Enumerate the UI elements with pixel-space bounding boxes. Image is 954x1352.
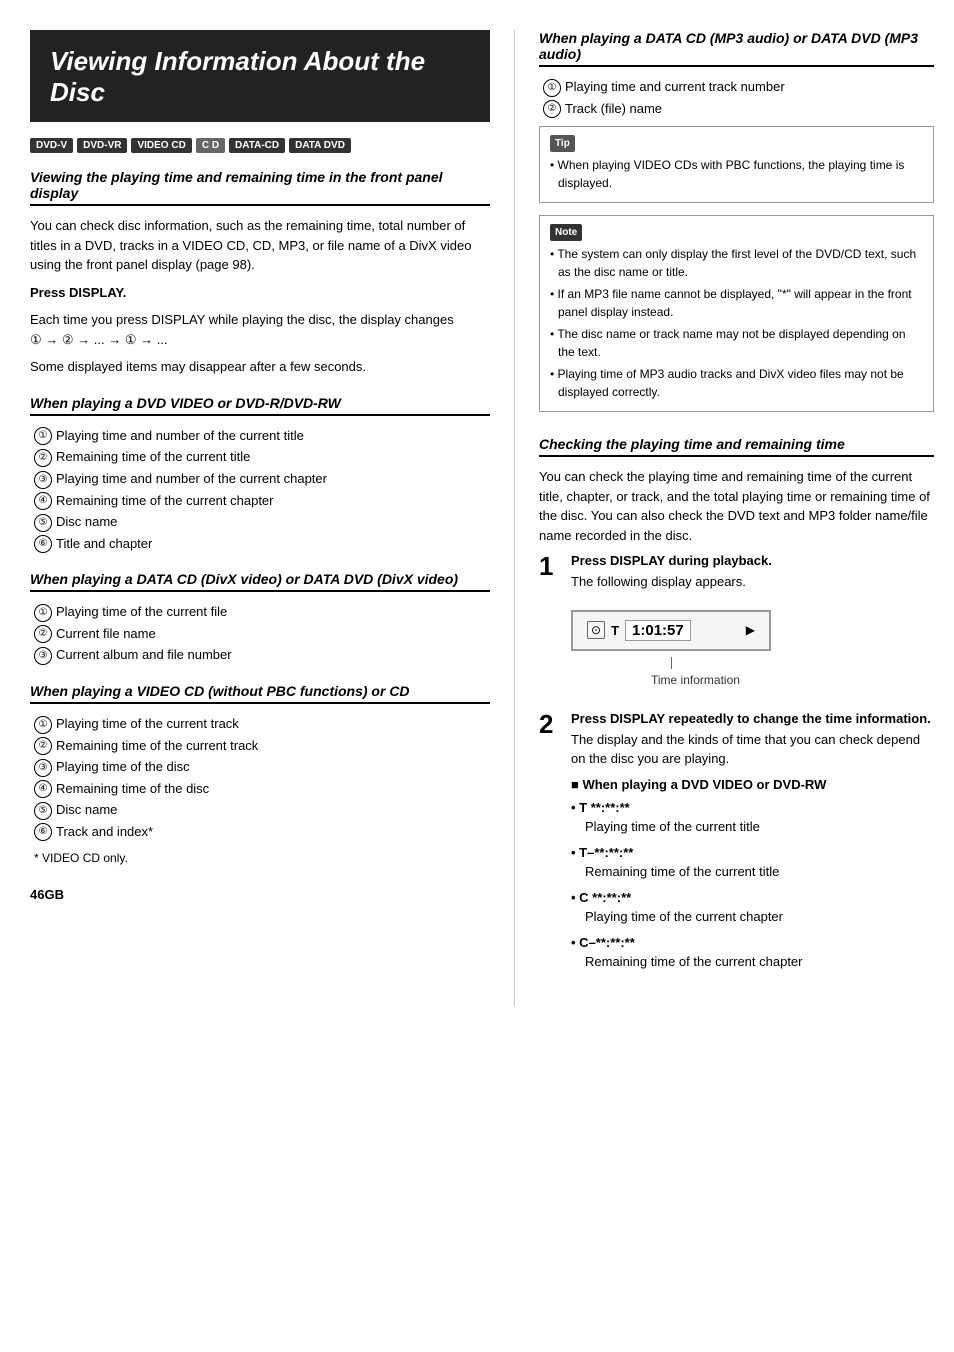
display-play-arrow: ▶ — [746, 623, 755, 637]
badge-videocd: VIDEO CD — [131, 138, 191, 153]
display-time: 1:01:57 — [625, 620, 691, 641]
display-box: ⊙ T 1:01:57 ▶ — [571, 610, 771, 651]
videocd-items-list: Playing time of the current track Remain… — [30, 714, 490, 841]
checking-section: Checking the playing time and remaining … — [539, 436, 934, 982]
videocd-footnote: * VIDEO CD only. — [34, 849, 490, 867]
page-title: Viewing Information About the Disc — [50, 46, 470, 108]
badge-cd: C D — [196, 138, 225, 153]
tip-list: When playing VIDEO CDs with PBC function… — [550, 156, 923, 192]
dvd-subsection: ■ When playing a DVD VIDEO or DVD-RW T *… — [571, 777, 934, 972]
note-item-4: Playing time of MP3 audio tracks and Div… — [550, 365, 923, 401]
checking-intro: You can check the playing time and remai… — [539, 467, 934, 545]
bullet-item-tminus: T–**:**:** Remaining time of the current… — [571, 843, 934, 882]
note-list: The system can only display the first le… — [550, 245, 923, 401]
dvd-items-list: Playing time and number of the current t… — [30, 426, 490, 553]
badge-dvdvr: DVD-VR — [77, 138, 127, 153]
dvd-video-section: When playing a DVD VIDEO or DVD-R/DVD-RW… — [30, 395, 490, 553]
note-box: Note The system can only display the fir… — [539, 215, 934, 412]
press-display-label: Press DISPLAY. — [30, 285, 126, 300]
dvd-item-1: Playing time and number of the current t… — [30, 426, 490, 446]
display-inner: ⊙ T 1:01:57 ▶ — [587, 620, 755, 641]
step2-content: Press DISPLAY repeatedly to change the t… — [571, 711, 934, 982]
note-item-2: If an MP3 file name cannot be displayed,… — [550, 285, 923, 321]
bullet-item-c: C **:**:** Playing time of the current c… — [571, 888, 934, 927]
badge-datacd: DATA-CD — [229, 138, 285, 153]
videocd-item-1: Playing time of the current track — [30, 714, 490, 734]
note-item-1: The system can only display the first le… — [550, 245, 923, 281]
note-header: Note — [550, 224, 582, 241]
checking-section-title: Checking the playing time and remaining … — [539, 436, 934, 457]
bullet-desc-t: Playing time of the current title — [571, 819, 760, 834]
dvd-item-5: Disc name — [30, 512, 490, 532]
bullet-desc-tminus: Remaining time of the current title — [571, 864, 779, 879]
step1-title: Press DISPLAY during playback. — [571, 553, 934, 568]
divx-section-title: When playing a DATA CD (DivX video) or D… — [30, 571, 490, 592]
videocd-section: When playing a VIDEO CD (without PBC fun… — [30, 683, 490, 867]
videocd-item-4: Remaining time of the disc — [30, 779, 490, 799]
display-mockup-wrap: ⊙ T 1:01:57 ▶ Time information — [571, 600, 934, 687]
divx-item-1: Playing time of the current file — [30, 602, 490, 622]
step1-number: 1 — [539, 553, 561, 697]
dvd-subsection-title: ■ When playing a DVD VIDEO or DVD-RW — [571, 777, 934, 792]
divx-items-list: Playing time of the current file Current… — [30, 602, 490, 665]
dvd-section-title: When playing a DVD VIDEO or DVD-R/DVD-RW — [30, 395, 490, 416]
step2-number: 2 — [539, 711, 561, 982]
badge-dvdv: DVD-V — [30, 138, 73, 153]
tip-header: Tip — [550, 135, 575, 152]
section1-body: You can check disc information, such as … — [30, 216, 490, 275]
press-display-body: Each time you press DISPLAY while playin… — [30, 310, 490, 349]
step1-content: Press DISPLAY during playback. The follo… — [571, 553, 934, 697]
mp3-section-title: When playing a DATA CD (MP3 audio) or DA… — [539, 30, 934, 67]
badge-datadvd: DATA DVD — [289, 138, 351, 153]
right-column: When playing a DATA CD (MP3 audio) or DA… — [514, 30, 934, 1006]
page-title-box: Viewing Information About the Disc — [30, 30, 490, 122]
section1-footnote: Some displayed items may disappear after… — [30, 357, 490, 377]
videocd-item-5: Disc name — [30, 800, 490, 820]
step2-body: The display and the kinds of time that y… — [571, 730, 934, 769]
bullet-item-cminus: C–**:**:** Remaining time of the current… — [571, 933, 934, 972]
step2-title: Press DISPLAY repeatedly to change the t… — [571, 711, 934, 726]
step-2: 2 Press DISPLAY repeatedly to change the… — [539, 711, 934, 982]
videocd-item-3: Playing time of the disc — [30, 757, 490, 777]
mp3-item-1: Playing time and current track number — [539, 77, 934, 97]
videocd-section-title: When playing a VIDEO CD (without PBC fun… — [30, 683, 490, 704]
display-caption: Time information — [631, 673, 934, 687]
left-column: Viewing Information About the Disc DVD-V… — [30, 30, 490, 1006]
videocd-item-2: Remaining time of the current track — [30, 736, 490, 756]
dvd-item-4: Remaining time of the current chapter — [30, 491, 490, 511]
display-t-label: T — [611, 623, 619, 638]
mp3-item-2: Track (file) name — [539, 99, 934, 119]
bullet-desc-c: Playing time of the current chapter — [571, 909, 783, 924]
divx-item-2: Current file name — [30, 624, 490, 644]
bullet-item-t: T **:**:** Playing time of the current t… — [571, 798, 934, 837]
dvd-item-2: Remaining time of the current title — [30, 447, 490, 467]
viewing-playing-time-section: Viewing the playing time and remaining t… — [30, 169, 490, 377]
display-disc-icon: ⊙ — [587, 621, 605, 639]
step-1: 1 Press DISPLAY during playback. The fol… — [539, 553, 934, 697]
format-badges: DVD-V DVD-VR VIDEO CD C D DATA-CD DATA D… — [30, 138, 490, 153]
videocd-item-6: Track and index* — [30, 822, 490, 842]
divx-item-3: Current album and file number — [30, 645, 490, 665]
dvd-item-6: Title and chapter — [30, 534, 490, 554]
tip-box: Tip When playing VIDEO CDs with PBC func… — [539, 126, 934, 203]
mp3-section: When playing a DATA CD (MP3 audio) or DA… — [539, 30, 934, 412]
step1-body: The following display appears. — [571, 572, 934, 592]
divx-section: When playing a DATA CD (DivX video) or D… — [30, 571, 490, 665]
note-item-3: The disc name or track name may not be d… — [550, 325, 923, 361]
dvd-bullet-list: T **:**:** Playing time of the current t… — [571, 798, 934, 972]
tip-item-1: When playing VIDEO CDs with PBC function… — [550, 156, 923, 192]
page-number: 46GB — [30, 887, 490, 902]
section1-title: Viewing the playing time and remaining t… — [30, 169, 490, 206]
dvd-item-3: Playing time and number of the current c… — [30, 469, 490, 489]
bullet-desc-cminus: Remaining time of the current chapter — [571, 954, 803, 969]
mp3-items-list: Playing time and current track number Tr… — [539, 77, 934, 118]
